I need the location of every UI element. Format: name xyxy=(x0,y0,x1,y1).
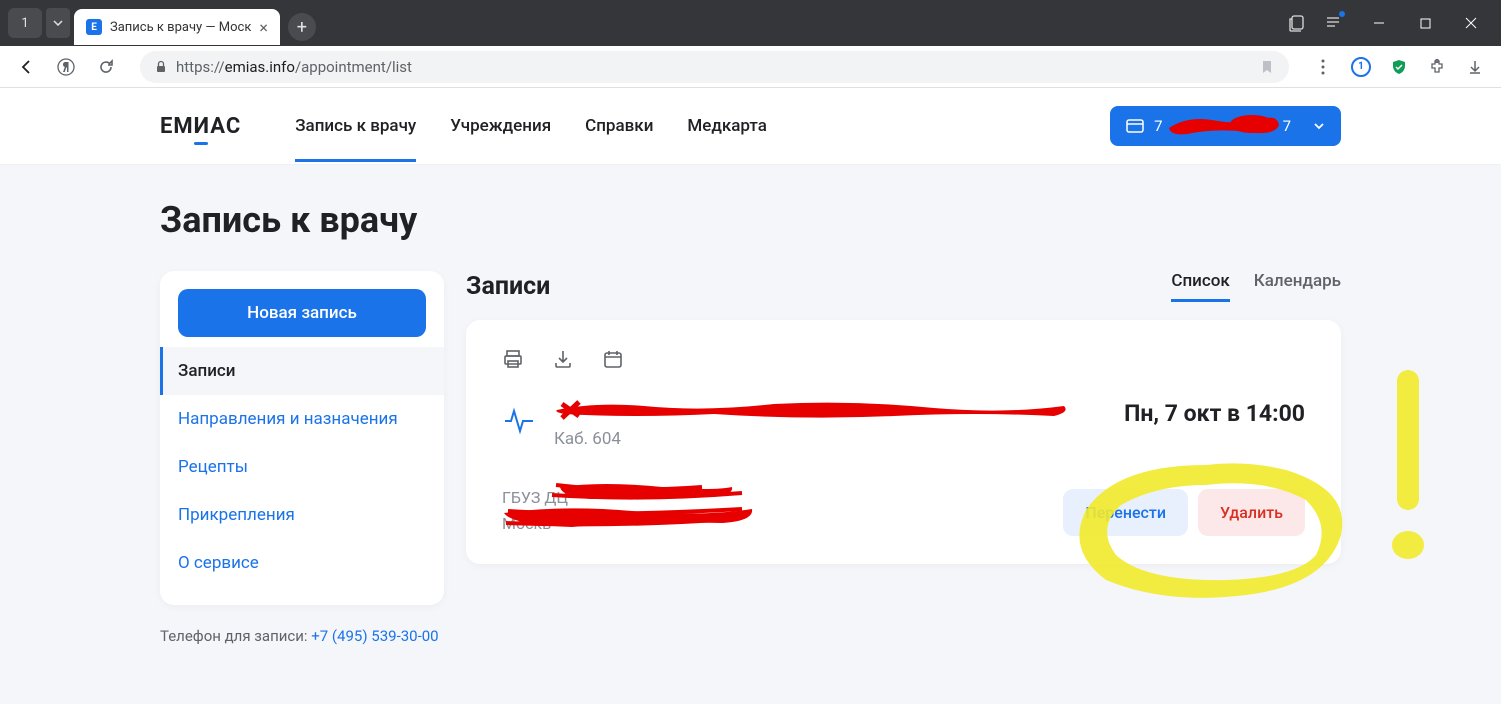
extension-1password-icon[interactable]: 1 xyxy=(1347,53,1375,81)
user-id-prefix: 7 xyxy=(1154,117,1162,135)
tab-dropdown[interactable] xyxy=(46,8,70,38)
print-icon[interactable] xyxy=(502,348,524,370)
appointment-toolbar xyxy=(502,348,1305,370)
new-tab-button[interactable]: + xyxy=(288,13,316,41)
user-account-button[interactable]: 7 7 xyxy=(1110,106,1341,146)
browser-tab-active[interactable]: Е Запись к врачу — Моск × xyxy=(74,9,280,45)
download-arrow-icon[interactable] xyxy=(1461,53,1489,81)
card-icon xyxy=(1126,119,1144,133)
section-title: Записи xyxy=(466,272,550,301)
sidebar-item-attachments[interactable]: Прикрепления xyxy=(160,491,444,539)
reschedule-button[interactable]: Перенести xyxy=(1063,489,1188,536)
page-content: ЕМИАС Запись к врачу Учреждения Справки … xyxy=(0,88,1501,704)
sidebar-item-referrals[interactable]: Направления и назначения xyxy=(160,395,444,443)
nav-medcard[interactable]: Медкарта xyxy=(687,90,766,162)
redaction-mark xyxy=(1173,116,1273,136)
collections-icon[interactable] xyxy=(1283,9,1311,37)
phone-info: Телефон для записи: +7 (495) 539-30-00 xyxy=(160,627,444,645)
appointment-address: ГБУЗ ДЦ Москв xyxy=(502,485,1043,536)
redaction-mark xyxy=(554,398,1074,420)
sidebar-item-appointments[interactable]: Записи xyxy=(160,347,444,395)
bookmark-icon[interactable] xyxy=(1259,59,1275,75)
page-title: Запись к врачу xyxy=(160,199,1341,241)
tab-list[interactable]: Список xyxy=(1171,271,1229,302)
sidebar: Новая запись Записи Направления и назнач… xyxy=(160,271,444,645)
main-column: Записи Список Календарь xyxy=(466,271,1341,564)
window-minimize-button[interactable] xyxy=(1357,7,1401,39)
tab-close-icon[interactable]: × xyxy=(259,18,268,37)
tab-title: Запись к врачу — Моск xyxy=(110,20,251,35)
download-icon[interactable] xyxy=(552,348,574,370)
view-tabs: Список Календарь xyxy=(1171,271,1341,302)
chevron-down-icon xyxy=(1313,122,1325,130)
main-nav: Запись к врачу Учреждения Справки Медкар… xyxy=(295,90,767,162)
tab-favicon-icon: Е xyxy=(86,19,102,35)
downloads-icon[interactable] xyxy=(1319,9,1347,37)
url-text: https://emias.info/appointment/list xyxy=(176,58,412,76)
nav-certificates[interactable]: Справки xyxy=(585,90,653,162)
yandex-home-icon[interactable] xyxy=(52,53,80,81)
appointment-room: Каб. 604 xyxy=(554,429,1076,449)
reload-button[interactable] xyxy=(92,53,120,81)
sidebar-card: Новая запись Записи Направления и назнач… xyxy=(160,271,444,605)
sidebar-item-about[interactable]: О сервисе xyxy=(160,539,444,587)
back-button[interactable] xyxy=(12,53,40,81)
window-close-button[interactable] xyxy=(1449,7,1493,39)
menu-dots-icon[interactable] xyxy=(1309,53,1337,81)
url-input[interactable]: https://emias.info/appointment/list xyxy=(140,51,1289,83)
browser-tab-bar: 1 Е Запись к врачу — Моск × + xyxy=(0,0,1501,46)
tab-calendar[interactable]: Календарь xyxy=(1254,271,1341,302)
sidebar-item-prescriptions[interactable]: Рецепты xyxy=(160,443,444,491)
extension-shield-icon[interactable] xyxy=(1385,53,1413,81)
site-header: ЕМИАС Запись к врачу Учреждения Справки … xyxy=(0,88,1501,165)
pulse-icon xyxy=(502,404,536,438)
appointment-card: Каб. 604 Пн, 7 окт в 14:00 ГБУЗ ДЦ Москв xyxy=(466,320,1341,564)
new-appointment-button[interactable]: Новая запись xyxy=(178,289,426,337)
calendar-icon[interactable] xyxy=(602,348,624,370)
window-maximize-button[interactable] xyxy=(1403,7,1447,39)
lock-icon xyxy=(154,60,168,74)
site-logo[interactable]: ЕМИАС xyxy=(160,114,241,139)
extensions-icon[interactable] xyxy=(1423,53,1451,81)
nav-appointment[interactable]: Запись к врачу xyxy=(295,90,416,162)
appointment-time: Пн, 7 окт в 14:00 xyxy=(1124,400,1305,427)
appointment-doctor-line xyxy=(554,400,1076,423)
browser-address-bar: https://emias.info/appointment/list 1 xyxy=(0,46,1501,88)
appointment-info: Каб. 604 xyxy=(554,400,1076,449)
phone-link[interactable]: +7 (495) 539-30-00 xyxy=(311,627,438,645)
delete-button[interactable]: Удалить xyxy=(1198,489,1305,536)
tab-counter[interactable]: 1 xyxy=(8,8,42,38)
appointment-actions: Перенести Удалить xyxy=(1063,489,1305,536)
nav-institutions[interactable]: Учреждения xyxy=(450,90,551,162)
